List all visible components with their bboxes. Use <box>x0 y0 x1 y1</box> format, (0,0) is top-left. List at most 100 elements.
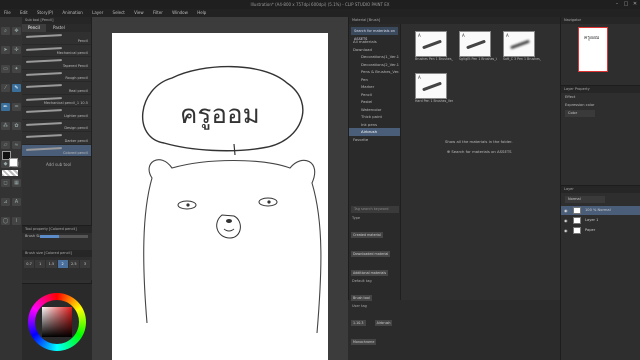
tag-chip[interactable]: Created material <box>351 232 383 238</box>
subtool-item[interactable]: Tapered Pencil <box>22 57 91 70</box>
tag-chip[interactable]: Downloaded material <box>351 251 391 257</box>
material-thumbnail[interactable]: A SgVgEt Pen 1 Brushes_Ver.1 <box>459 31 497 65</box>
size-preset[interactable]: 1.5 <box>46 260 57 268</box>
menu-window[interactable]: Window <box>168 9 192 17</box>
transparent-color-swatch[interactable] <box>2 170 18 176</box>
hue-ring[interactable] <box>28 293 86 351</box>
auto-select-tool-icon[interactable]: ✦ <box>12 65 21 73</box>
saturation-value-square[interactable] <box>42 307 72 337</box>
menu-animation[interactable]: Animation <box>58 9 86 17</box>
tag-chip[interactable]: 1.10.3 <box>351 320 366 326</box>
airbrush-tool-icon[interactable]: ⁂ <box>1 122 10 130</box>
tree-item-selected[interactable]: Airbrush <box>349 128 400 136</box>
move-tool-icon[interactable]: ✥ <box>12 27 21 35</box>
tab-pastel[interactable]: Pastel <box>47 24 71 32</box>
tag-chip[interactable]: Airbrush <box>374 320 393 326</box>
move-layer-tool-icon[interactable]: ✣ <box>12 46 21 54</box>
pen-tool-icon[interactable]: ✎ <box>12 84 21 92</box>
size-preset[interactable]: 1 <box>35 260 46 268</box>
eye-icon[interactable]: ◉ <box>564 208 568 213</box>
tree-item[interactable]: Marker <box>349 83 400 91</box>
size-preset-selected[interactable]: 2 <box>57 260 68 268</box>
tree-item[interactable]: Pen <box>349 76 400 84</box>
menu-filter[interactable]: Filter <box>149 9 167 17</box>
material-thumbnail[interactable]: A Soft_C 3 Pen 1 Brushes_Ver.1 <box>503 31 541 65</box>
size-preset[interactable]: 3 <box>79 260 91 268</box>
brush-size-slider[interactable] <box>40 235 88 238</box>
menu-help[interactable]: Help <box>193 9 210 17</box>
balloon-tool-icon[interactable]: ◯ <box>1 217 10 225</box>
subtool-item[interactable]: Real pencil <box>22 82 91 95</box>
line-fix-tool-icon[interactable]: ⌇ <box>12 217 21 225</box>
brush-tool-icon[interactable]: ♒ <box>12 103 21 111</box>
subtool-item[interactable]: Rough pencil <box>22 70 91 82</box>
expression-color-select[interactable]: Color <box>565 110 595 117</box>
eye-icon[interactable]: ◉ <box>564 228 568 233</box>
tag-chip[interactable]: Additional materials <box>351 270 389 276</box>
eye-icon[interactable]: ◉ <box>564 218 568 223</box>
thumbnail-image: A <box>415 31 447 57</box>
material-header: Material [Brush] <box>349 17 561 24</box>
assets-search-link[interactable]: ⊕ Search for materials on ASSETS <box>447 149 512 154</box>
menu-layer[interactable]: Layer <box>88 9 107 17</box>
add-subtool-button[interactable]: Add sub tool <box>22 157 91 167</box>
eraser-tool-icon[interactable]: ▱ <box>1 141 10 149</box>
thumbnail-glyph: A <box>506 33 509 38</box>
pencil-tool-icon[interactable]: ✏ <box>1 103 10 111</box>
navigator-panel: Navigator ครูออม <box>560 17 640 85</box>
bear-nose <box>226 219 232 223</box>
blend-tool-icon[interactable]: ≈ <box>12 141 21 149</box>
assets-search-button[interactable]: Search for materials on ASSETS <box>351 27 398 41</box>
tree-item[interactable]: Pastel <box>349 98 400 106</box>
layer-row-selected[interactable]: ◉ 100 % Normal <box>561 206 640 215</box>
tree-item[interactable]: All materials <box>349 38 400 46</box>
tag-chip[interactable]: Monochrome <box>351 339 377 345</box>
material-thumbnail[interactable]: A Brushes Pen 1 Brushes_Ver.1 <box>415 31 453 65</box>
size-preset[interactable]: 0.7 <box>24 260 35 268</box>
tab-pencil[interactable]: Pencil <box>22 24 46 32</box>
blend-mode-select[interactable]: Normal <box>565 196 605 203</box>
subtool-item[interactable]: Lighter pencil <box>22 107 91 120</box>
subtool-item[interactable]: Darker pencil <box>22 132 91 145</box>
tag-chip[interactable]: Brush tool <box>351 295 372 301</box>
tree-item[interactable]: Download <box>349 46 400 54</box>
figure-tool-icon[interactable]: ◻ <box>1 179 10 187</box>
navigator-preview[interactable]: ครูออม <box>578 27 608 72</box>
drawing-canvas[interactable]: ครูออม <box>112 33 328 360</box>
size-preset[interactable]: 2.5 <box>68 260 79 268</box>
subtool-item[interactable]: Pencil <box>22 32 91 45</box>
decoration-tool-icon[interactable]: ✿ <box>12 122 21 130</box>
selection-tool-icon[interactable]: ▭ <box>1 65 10 73</box>
subtool-item[interactable]: Mechanical pencil_1 10.5 <box>22 95 91 107</box>
thumbnail-image: A <box>459 31 491 57</box>
zoom-tool-icon[interactable]: ⌕ <box>1 27 10 35</box>
text-tool-icon[interactable]: A <box>12 198 21 206</box>
tree-item[interactable]: Thick paint <box>349 113 400 121</box>
operation-tool-icon[interactable]: ➤ <box>1 46 10 54</box>
layer-property-panel: Layer Property Effect Expression color C… <box>560 85 640 185</box>
tree-item[interactable]: Favorite <box>349 136 400 144</box>
layer-row[interactable]: ◉ Layer 1 <box>561 216 640 225</box>
menu-view[interactable]: View <box>130 9 148 17</box>
subtool-item[interactable]: Design pencil <box>22 120 91 132</box>
tree-item[interactable]: Decorations(1_Ver.1 <box>349 53 400 61</box>
layer-row[interactable]: ◉ Paper <box>561 226 640 235</box>
tree-item[interactable]: Ink pens <box>349 121 400 129</box>
menu-select[interactable]: Select <box>109 9 129 17</box>
tree-item[interactable]: Decorations(2_Ver.1 <box>349 61 400 69</box>
sub-color-swatch[interactable] <box>9 158 18 167</box>
tag-search-input[interactable]: Tag search keyword <box>351 206 399 213</box>
eyedropper-tool-icon[interactable]: ⁄ <box>1 84 10 92</box>
tree-item[interactable]: Pens & Brushes_Ver.1 <box>349 68 400 76</box>
tree-item[interactable]: Pencil <box>349 91 400 99</box>
close-button[interactable]: ✕ <box>630 0 640 9</box>
menu-story[interactable]: Story(P) <box>33 9 57 17</box>
subtool-item[interactable]: Mechanical pencil <box>22 45 91 57</box>
menu-file[interactable]: File <box>0 9 15 17</box>
tree-item[interactable]: Watercolor <box>349 106 400 114</box>
subtool-item-selected[interactable]: Colored pencil <box>22 144 91 157</box>
menu-edit[interactable]: Edit <box>16 9 32 17</box>
ruler-tool-icon[interactable]: ⊿ <box>1 198 10 206</box>
material-thumbnail[interactable]: A Hard Pen 1 Brushes_Ver.1 3.5 <box>415 73 453 107</box>
frame-tool-icon[interactable]: ▦ <box>12 179 21 187</box>
